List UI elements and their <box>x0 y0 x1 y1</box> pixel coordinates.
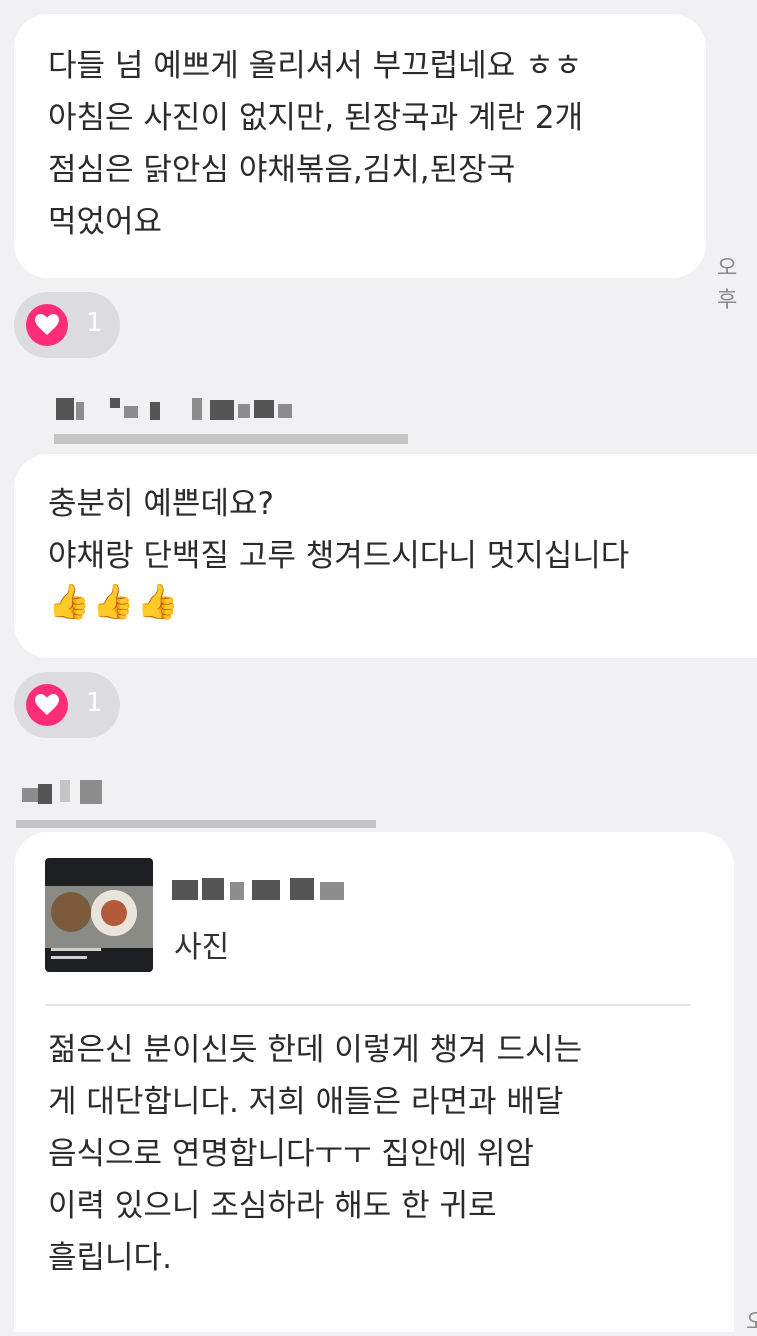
heart-icon <box>26 684 68 726</box>
message-text-3: 젊은신 분이신듯 한데 이렇게 챙겨 드시는 게 대단합니다. 저희 애들은 라… <box>48 1032 583 1276</box>
thumbs-up-emoji: 👍👍👍 <box>48 582 182 622</box>
reaction-pill-2[interactable]: 1 <box>14 672 120 738</box>
quoted-label: 사진 <box>174 930 230 965</box>
message-time-3: 오 <box>746 1310 757 1335</box>
sender-name-pixelated <box>16 774 376 834</box>
message-time-1: 오후 <box>717 256 738 313</box>
reaction-pill-1[interactable]: 1 <box>14 292 120 358</box>
sender-name-pixelated <box>40 394 410 454</box>
quoted-photo-thumbnail[interactable] <box>45 858 153 972</box>
message-bubble-2[interactable]: 충분히 예쁜데요? 야채랑 단백질 고루 챙겨드시다니 멋지십니다 👍👍👍 <box>14 454 757 658</box>
message-bubble-3[interactable]: 사진 젊은신 분이신듯 한데 이렇게 챙겨 드시는 게 대단합니다. 저희 애들… <box>14 832 734 1332</box>
message-text-2: 충분히 예쁜데요? 야채랑 단백질 고루 챙겨드시다니 멋지십니다 <box>48 486 630 574</box>
message-bubble-1[interactable]: 다들 넘 예쁘게 올리셔서 부끄럽네요 ㅎㅎ 아침은 사진이 없지만, 된장국과… <box>14 14 706 278</box>
quoted-author-pixelated <box>172 876 348 902</box>
reaction-count-2: 1 <box>86 688 103 718</box>
quote-divider <box>45 1004 691 1006</box>
heart-icon <box>26 304 68 346</box>
reaction-count-1: 1 <box>86 308 103 338</box>
message-text-1: 다들 넘 예쁘게 올리셔서 부끄럽네요 ㅎㅎ 아침은 사진이 없지만, 된장국과… <box>48 48 584 240</box>
